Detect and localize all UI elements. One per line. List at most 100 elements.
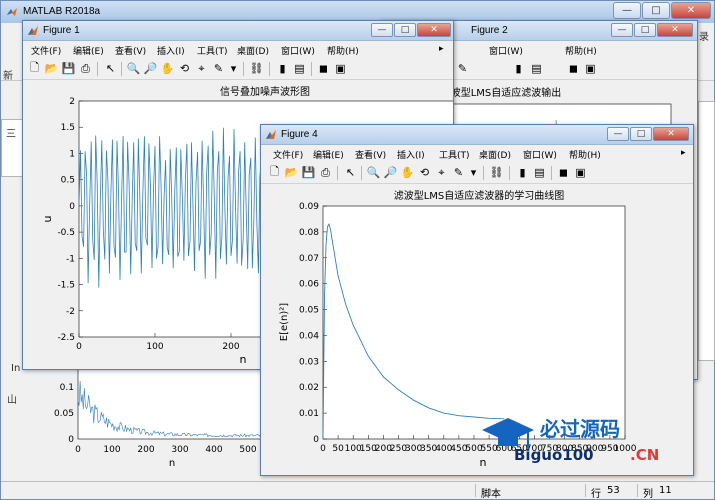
menu-help[interactable]: 帮助(H) — [565, 44, 597, 57]
figure1-titlebar[interactable]: Figure 1 — □ ✕ — [23, 21, 453, 41]
menubar-overflow-icon[interactable]: ▸ — [681, 148, 686, 158]
menu-file[interactable]: 文件(F) — [31, 44, 61, 57]
lower-xlabel: n — [169, 458, 175, 469]
figure-behind-close[interactable]: ✕ — [657, 23, 693, 37]
figure4-ytick-label: 0.07 — [299, 254, 319, 264]
figure4-xtick-label: 50 — [332, 444, 344, 454]
menu-insert[interactable]: 插入(I) — [397, 148, 425, 161]
menubar-overflow-icon[interactable]: ▸ — [439, 44, 444, 54]
figure1-chart-title: 信号叠加噪声波形图 — [220, 85, 310, 98]
lower-xtick-2: 200 — [137, 445, 154, 455]
legend-icon[interactable]: ▤ — [292, 61, 307, 76]
watermark-en-text: Biguo100 — [514, 446, 594, 464]
save-icon[interactable]: 💾 — [301, 165, 316, 180]
figure4-minimize[interactable]: — — [607, 127, 629, 141]
figure-behind-maximize[interactable]: □ — [634, 23, 656, 37]
figure4-ylabel: E[e(n)²] — [279, 303, 290, 342]
main-window-title: MATLAB R2018a — [23, 6, 101, 17]
show-plot-tools-icon[interactable]: ▣ — [333, 61, 348, 76]
menu-view[interactable]: 查看(V) — [115, 44, 146, 57]
menu-insert[interactable]: 插入(I) — [157, 44, 185, 57]
open-file-icon[interactable]: 📂 — [284, 165, 299, 180]
figure1-maximize[interactable]: □ — [394, 23, 416, 37]
menu-edit[interactable]: 编辑(E) — [73, 44, 104, 57]
hide-plot-tools-icon[interactable]: ◼ — [316, 61, 331, 76]
figure4-titlebar[interactable]: Figure 4 — □ ✕ — [261, 125, 693, 145]
figure4-ytick-label: 0.05 — [299, 306, 319, 316]
show-plot-tools-icon[interactable]: ▣ — [583, 61, 598, 76]
figure1-ytick-label: -2.5 — [57, 333, 75, 343]
pan-icon[interactable]: ✋ — [160, 61, 175, 76]
menu-window[interactable]: 窗口(W) — [489, 44, 523, 57]
edit-plot-icon[interactable]: ↖ — [343, 165, 358, 180]
lower-ytick-1: 0.05 — [54, 409, 74, 419]
data-cursor-icon[interactable]: ⌖ — [434, 165, 449, 180]
matlab-logo-icon — [7, 8, 17, 16]
maximize-button[interactable]: □ — [642, 2, 670, 19]
figure4-chart-title: 滤波型LMS自适应滤波器的学习曲线图 — [394, 189, 565, 202]
figure1-menubar: 文件(F) 编辑(E) 查看(V) 插入(I) 工具(T) 桌面(D) 窗口(W… — [23, 41, 453, 58]
rotate-icon[interactable]: ⟲ — [177, 61, 192, 76]
figure1-ytick-label: 0.5 — [61, 176, 75, 186]
menu-tools[interactable]: 工具(T) — [439, 148, 470, 161]
zoom-in-icon[interactable]: 🔍 — [126, 61, 141, 76]
menu-desktop[interactable]: 桌面(D) — [237, 44, 269, 57]
figure1-ytick-label: -2 — [66, 307, 75, 317]
data-cursor-icon[interactable]: ⌖ — [194, 61, 209, 76]
print-icon[interactable]: ⎙ — [78, 61, 93, 76]
lower-ytick-2: 0 — [68, 435, 74, 445]
menu-window[interactable]: 窗口(W) — [281, 44, 315, 57]
figure1-ytick-label: 1.5 — [61, 123, 75, 133]
menu-edit[interactable]: 编辑(E) — [313, 148, 344, 161]
brush-icon[interactable]: ✎ — [451, 165, 466, 180]
hide-plot-tools-icon[interactable]: ◼ — [556, 165, 571, 180]
close-button[interactable]: ✕ — [671, 2, 711, 19]
new-figure-icon[interactable]: 🗋 — [27, 61, 42, 76]
minimize-button[interactable]: — — [613, 2, 641, 19]
zoom-out-icon[interactable]: 🔎 — [143, 61, 158, 76]
pan-icon[interactable]: ✋ — [400, 165, 415, 180]
figure1-minimize[interactable]: — — [371, 23, 393, 37]
figure-behind-minimize[interactable]: — — [611, 23, 633, 37]
legend-icon[interactable]: ▤ — [532, 165, 547, 180]
legend-icon[interactable]: ▤ — [529, 61, 544, 76]
zoom-out-icon[interactable]: 🔎 — [383, 165, 398, 180]
menu-window[interactable]: 窗口(W) — [523, 148, 557, 161]
figure4-maximize[interactable]: □ — [630, 127, 652, 141]
figure4-close[interactable]: ✕ — [653, 127, 689, 141]
rotate-icon[interactable]: ⟲ — [417, 165, 432, 180]
menu-file[interactable]: 文件(F) — [273, 148, 303, 161]
menu-desktop[interactable]: 桌面(D) — [479, 148, 511, 161]
link-plot-icon[interactable]: ⛓ — [489, 165, 504, 180]
menu-help[interactable]: 帮助(H) — [569, 148, 601, 161]
link-plot-icon[interactable]: ⛓ — [249, 61, 264, 76]
zoom-in-icon[interactable]: 🔍 — [366, 165, 381, 180]
right-panel[interactable] — [698, 101, 715, 361]
status-mode: 脚本 — [481, 489, 501, 500]
edit-plot-icon[interactable]: ↖ — [103, 61, 118, 76]
figure1-close[interactable]: ✕ — [417, 23, 451, 37]
figure4-toolbar: 🗋 📂 💾 ⎙ ↖ 🔍 🔎 ✋ ⟲ ⌖ ✎ ▾ ⛓ ▮ ▤ ◼ ▣ — [261, 162, 693, 184]
new-figure-icon[interactable]: 🗋 — [267, 165, 282, 180]
menu-view[interactable]: 查看(V) — [355, 148, 386, 161]
menu-help[interactable]: 帮助(H) — [327, 44, 359, 57]
colorbar-icon[interactable]: ▮ — [275, 61, 290, 76]
menu-tools[interactable]: 工具(T) — [197, 44, 228, 57]
brush-dropdown-icon[interactable]: ▾ — [466, 165, 481, 180]
print-icon[interactable]: ⎙ — [318, 165, 333, 180]
brush-dropdown-icon[interactable]: ▾ — [226, 61, 241, 76]
figure1-toolbar: 🗋 📂 💾 ⎙ ↖ 🔍 🔎 ✋ ⟲ ⌖ ✎ ▾ ⛓ ▮ ▤ ◼ ▣ — [23, 58, 453, 80]
brush-icon[interactable]: ✎ — [455, 61, 470, 76]
watermark-logo: 必过源码 Biguo100 .CN — [482, 417, 659, 464]
show-plot-tools-icon[interactable]: ▣ — [573, 165, 588, 180]
lower-xtick-0: 0 — [75, 445, 81, 455]
colorbar-icon[interactable]: ▮ — [511, 61, 526, 76]
status-row: 53 — [607, 485, 620, 496]
figure4-ytick-label: 0.06 — [299, 280, 319, 290]
open-file-icon[interactable]: 📂 — [44, 61, 59, 76]
save-icon[interactable]: 💾 — [61, 61, 76, 76]
status-bar: 脚本 行 53 列 11 — [1, 481, 714, 500]
colorbar-icon[interactable]: ▮ — [515, 165, 530, 180]
brush-icon[interactable]: ✎ — [211, 61, 226, 76]
hide-plot-tools-icon[interactable]: ◼ — [566, 61, 581, 76]
